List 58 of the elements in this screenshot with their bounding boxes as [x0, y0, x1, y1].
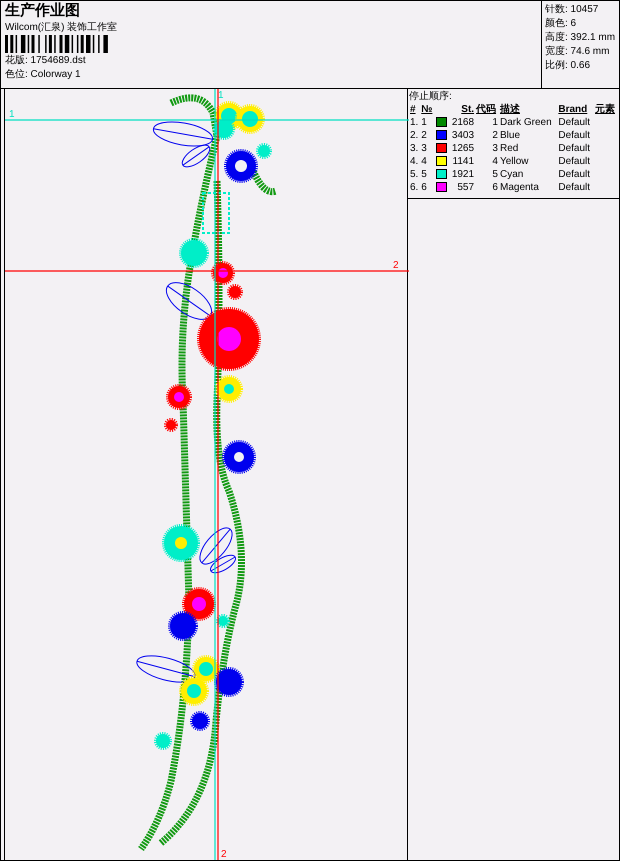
stat-label: 颜色: 6 — [545, 17, 578, 30]
table-cell-text: Default — [557, 142, 592, 155]
table-cell-text: 3. — [409, 142, 420, 155]
table-cell-text: 2168 — [450, 116, 476, 129]
design-file-label: 花版: 1754689.dst — [5, 54, 87, 66]
table-cell-text: 5. — [409, 168, 420, 181]
table-cell-text: Default — [557, 168, 592, 181]
table-cell-text: Default — [557, 181, 592, 194]
table-cell-text: 1 — [420, 116, 428, 129]
column-header: St. — [460, 103, 476, 116]
table-cell-text: 1141 — [452, 155, 476, 168]
table-cell-text: 4 — [491, 155, 499, 168]
table-cell-text: Dark Green — [498, 116, 553, 129]
table-cell-text: Magenta — [498, 181, 540, 194]
guide-label: 2 — [393, 260, 399, 271]
table-cell-text: 1 — [491, 116, 499, 129]
barcode-icon — [5, 34, 111, 52]
table-cell-text: 1265 — [450, 142, 476, 155]
table-cell-text: 1. — [409, 116, 420, 129]
guide-label: 1 — [9, 109, 15, 120]
colorway-label: 色位: Colorway 1 — [5, 68, 82, 80]
guide-label: 1 — [218, 90, 224, 101]
stat-label: 高度: 392.1 mm — [545, 31, 616, 44]
document-title: 生产作业图 — [5, 3, 81, 20]
column-header: 代码 — [475, 103, 498, 116]
table-cell-text: 6. — [409, 181, 420, 194]
table-cell-text: 4. — [409, 155, 420, 168]
stop-sequence-title: 停止顺序: — [409, 90, 453, 103]
column-header: Brand — [557, 103, 588, 116]
stat-label: 比例: 0.66 — [545, 59, 592, 72]
guide-label: 2 — [221, 849, 227, 860]
table-cell-text: Default — [557, 155, 592, 168]
table-cell-text: 2. — [409, 129, 420, 142]
table-cell-text: 3 — [491, 142, 499, 155]
stat-label: 宽度: 74.6 mm — [545, 45, 610, 58]
column-header: № — [420, 103, 434, 116]
table-cell-text: 2 — [420, 129, 428, 142]
table-cell-text: 4 — [420, 155, 428, 168]
table-cell-text: Cyan — [498, 168, 524, 181]
stat-label: 针数: 10457 — [545, 3, 600, 16]
table-cell-text: 2 — [491, 129, 499, 142]
table-cell-text: Default — [557, 129, 592, 142]
table-cell-text: 1921 — [450, 168, 476, 181]
table-cell-text: 6 — [420, 181, 428, 194]
table-cell-text: 5 — [491, 168, 499, 181]
column-header: 元素 — [594, 103, 616, 116]
column-header: # — [409, 103, 417, 116]
table-cell-text: Yellow — [498, 155, 530, 168]
table-cell-text: Blue — [498, 129, 521, 142]
table-cell-text: Default — [557, 116, 592, 129]
table-cell-text: 5 — [420, 168, 428, 181]
company-name: Wilcom(汇泉) 装饰工作室 — [5, 20, 118, 34]
table-cell-text: 557 — [456, 181, 476, 194]
column-header: 描述 — [498, 103, 521, 116]
table-cell-text: 3403 — [450, 129, 476, 142]
table-cell-text: 3 — [420, 142, 428, 155]
table-cell-text: Red — [498, 142, 520, 155]
table-cell-text: 6 — [491, 181, 499, 194]
